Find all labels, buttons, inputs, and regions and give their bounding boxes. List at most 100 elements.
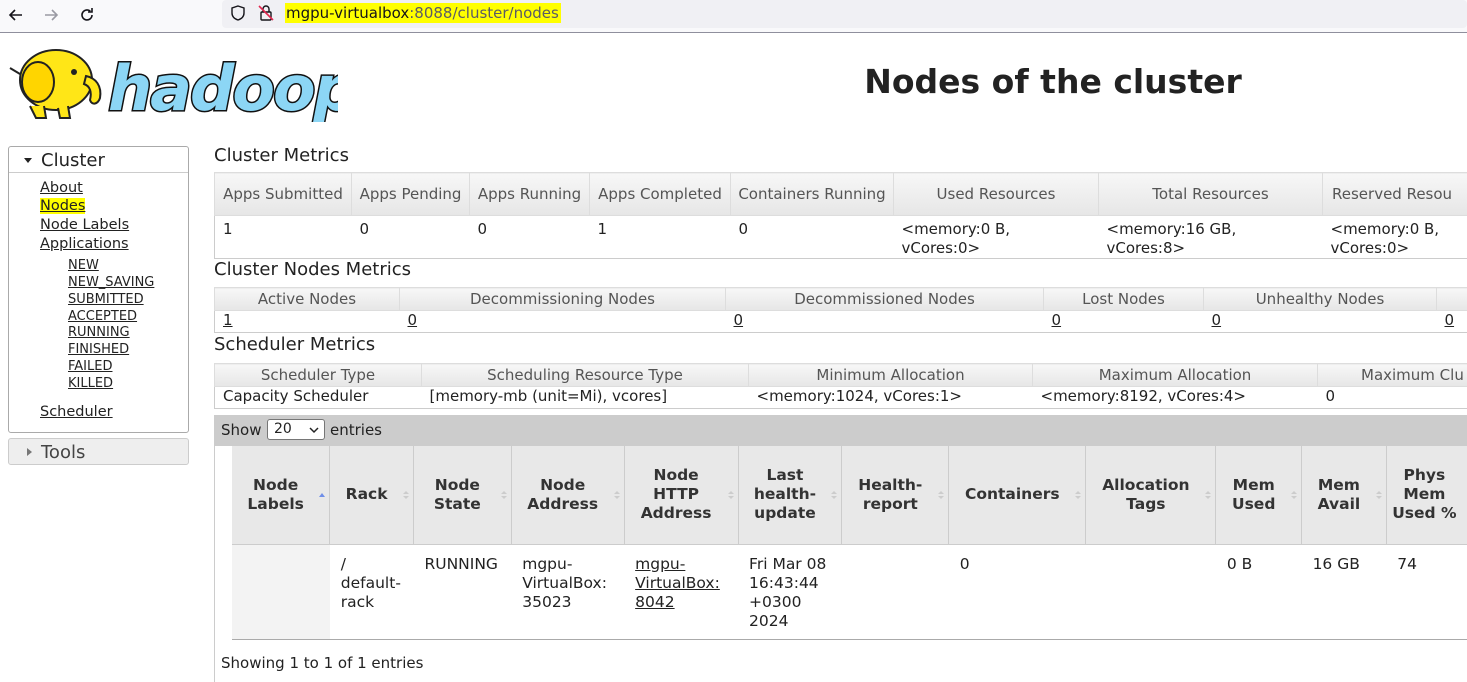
scheduler-metrics-table: Scheduler Type Scheduling Resource Type … <box>214 363 1467 409</box>
val-apps-running: 0 <box>469 215 590 259</box>
entries-select-value: 20 <box>274 421 292 437</box>
col-node-address-label: Node Address <box>527 475 599 513</box>
app-state-failed[interactable]: FAILED <box>68 359 112 374</box>
app-state-new-saving[interactable]: NEW_SAVING <box>68 275 154 290</box>
col-node-state-label: Node State <box>433 475 481 513</box>
col-node-labels-label: Node Labels <box>247 475 304 513</box>
tools-label: Tools <box>41 442 86 463</box>
insecure-lock-icon[interactable] <box>256 3 276 23</box>
app-state-finished[interactable]: FINISHED <box>68 342 129 357</box>
sidebar-link-applications[interactable]: Applications <box>40 236 129 252</box>
val-containers-running: 0 <box>730 215 894 259</box>
cell-containers: 0 <box>948 544 1086 640</box>
sort-both-icon <box>402 491 409 499</box>
col-mem-avail-label: Mem Avail <box>1317 475 1361 513</box>
val-scheduler-type: Capacity Scheduler <box>214 386 422 409</box>
table-row: / default-rack RUNNING mgpu-VirtualBox: … <box>232 544 1467 640</box>
url-host: mgpu-virtualbox <box>286 4 410 22</box>
sort-both-icon <box>727 491 734 499</box>
back-arrow-icon[interactable] <box>6 5 26 25</box>
col-node-http-address[interactable]: Node HTTP Address <box>623 446 739 545</box>
entries-select[interactable]: 20 <box>267 419 325 440</box>
forward-arrow-icon[interactable] <box>41 5 61 25</box>
caret-right-icon <box>27 448 32 456</box>
col-lost-nodes: Lost Nodes <box>1043 287 1204 311</box>
col-containers[interactable]: Containers <box>948 446 1086 545</box>
val-apps-submitted: 1 <box>214 215 352 259</box>
col-allocation-tags[interactable]: Allocation Tags <box>1085 446 1216 545</box>
app-state-new[interactable]: NEW <box>68 258 99 273</box>
col-phys-mem-used[interactable]: Phys Mem Used % <box>1385 446 1467 545</box>
val-minimum-allocation: <memory:1024, vCores:1> <box>748 386 1033 409</box>
col-node-state[interactable]: Node State <box>412 446 512 545</box>
col-rack-label: Rack <box>345 485 388 504</box>
sidebar-link-scheduler[interactable]: Scheduler <box>40 404 113 420</box>
cell-rack: / default-rack <box>329 544 414 640</box>
col-node-labels[interactable]: Node Labels <box>232 446 330 545</box>
sidebar-link-nodes[interactable]: Nodes <box>40 198 86 214</box>
col-next <box>1436 287 1467 311</box>
cell-health-report <box>841 544 949 640</box>
cluster-metrics-table: Apps Submitted Apps Pending Apps Running… <box>214 172 1467 259</box>
link-decommissioning-nodes[interactable]: 0 <box>408 311 418 329</box>
col-scheduling-resource-type: Scheduling Resource Type <box>421 363 749 387</box>
col-health-report[interactable]: Health-report <box>841 446 949 545</box>
hadoop-logo[interactable]: hadoop <box>8 42 359 127</box>
col-phys-mem-used-label: Phys Mem Used % <box>1392 466 1457 523</box>
sidebar-link-about[interactable]: About <box>40 180 83 196</box>
val-maximum-cluster: 0 <box>1317 386 1467 409</box>
cell-node-labels <box>232 544 330 640</box>
col-containers-running: Containers Running <box>730 172 894 216</box>
datatable-toolbar: Show 20 entries <box>214 415 1467 446</box>
url-text[interactable]: mgpu-virtualbox:8088/cluster/nodes <box>285 3 561 23</box>
col-last-health-update[interactable]: Last health-update <box>737 446 842 545</box>
entries-label: entries <box>330 421 382 439</box>
col-mem-used[interactable]: Mem Used <box>1215 446 1302 545</box>
reload-icon[interactable] <box>77 5 97 25</box>
app-state-running[interactable]: RUNNING <box>68 325 130 340</box>
link-node-http-address[interactable]: mgpu-VirtualBox: 8042 <box>635 555 720 611</box>
tools-menu[interactable]: Tools <box>8 438 189 465</box>
datatable-info: Showing 1 to 1 of 1 entries <box>221 654 424 672</box>
col-maximum-cluster: Maximum Clu <box>1317 363 1467 387</box>
col-maximum-allocation: Maximum Allocation <box>1032 363 1318 387</box>
col-containers-label: Containers <box>964 485 1060 504</box>
cell-phys-mem-used: 74 <box>1386 544 1467 640</box>
app-state-submitted[interactable]: SUBMITTED <box>68 292 144 307</box>
cell-node-address: mgpu-VirtualBox: 35023 <box>511 544 625 640</box>
col-decommissioning-nodes: Decommissioning Nodes <box>399 287 726 311</box>
col-total-resources: Total Resources <box>1098 172 1323 216</box>
app-state-accepted[interactable]: ACCEPTED <box>68 309 137 324</box>
cluster-label: Cluster <box>41 150 105 171</box>
col-unhealthy-nodes: Unhealthy Nodes <box>1203 287 1437 311</box>
nodes-metrics-table: Active Nodes Decommissioning Nodes Decom… <box>214 287 1467 333</box>
col-rack[interactable]: Rack <box>329 446 414 545</box>
url-path: :8088/cluster/nodes <box>409 4 559 22</box>
val-total-resources: <memory:16 GB, vCores:8> <box>1098 215 1323 259</box>
shield-icon[interactable] <box>228 3 248 23</box>
app-state-killed[interactable]: KILLED <box>68 376 113 391</box>
sidebar-link-node-labels[interactable]: Node Labels <box>40 217 129 233</box>
val-used-resources: <memory:0 B, vCores:0> <box>893 215 1099 259</box>
col-apps-completed: Apps Completed <box>589 172 731 216</box>
col-used-resources: Used Resources <box>893 172 1099 216</box>
col-apps-submitted: Apps Submitted <box>214 172 352 216</box>
col-node-address[interactable]: Node Address <box>510 446 625 545</box>
cell-node-state: RUNNING <box>413 544 512 640</box>
sort-both-icon <box>613 491 620 499</box>
col-mem-avail[interactable]: Mem Avail <box>1301 446 1387 545</box>
link-decommissioned-nodes[interactable]: 0 <box>734 311 744 329</box>
page-title: Nodes of the cluster <box>864 62 1242 101</box>
cluster-menu-header[interactable]: Cluster <box>9 147 188 173</box>
link-unhealthy-nodes[interactable]: 0 <box>1212 311 1222 329</box>
cell-mem-avail: 16 GB <box>1301 544 1387 640</box>
link-active-nodes[interactable]: 1 <box>223 311 233 329</box>
cluster-menu: Cluster About Nodes Node Labels Applicat… <box>8 146 189 433</box>
logo-wordmark: hadoop <box>108 52 338 122</box>
link-lost-nodes[interactable]: 0 <box>1052 311 1062 329</box>
sort-both-icon <box>1075 491 1082 499</box>
sort-both-icon <box>1375 491 1382 499</box>
col-allocation-tags-label: Allocation Tags <box>1102 475 1190 513</box>
link-shutdown-nodes[interactable]: 0 <box>1445 311 1455 329</box>
show-label: Show <box>221 421 262 439</box>
